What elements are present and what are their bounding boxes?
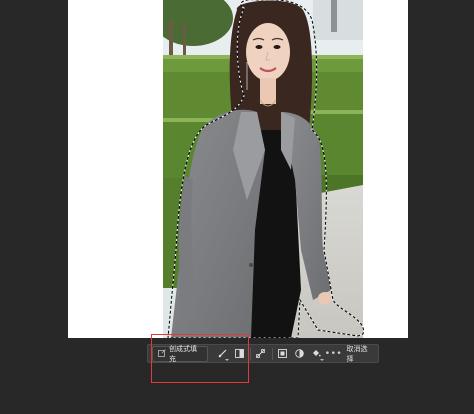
generative-fill-label: 创成式填充	[169, 344, 197, 363]
fill-button[interactable]	[308, 345, 325, 362]
mask-icon	[278, 349, 288, 358]
generative-fill-button[interactable]: 创成式填充	[152, 344, 208, 363]
adjustment-button[interactable]	[291, 345, 308, 362]
workspace: 创成式填充 ••• 取消选择	[0, 0, 474, 414]
contextual-task-bar: 创成式填充 ••• 取消选择	[147, 344, 379, 363]
portrait-photo	[163, 0, 363, 338]
toolbar-separator	[249, 347, 251, 360]
adjustment-icon	[295, 349, 305, 358]
brush-icon	[218, 349, 227, 358]
deselect-button[interactable]: 取消选择	[342, 345, 378, 363]
toolbar-separator	[271, 347, 273, 360]
more-options-button[interactable]: •••	[325, 345, 342, 362]
fill-bucket-icon	[312, 349, 322, 358]
transform-button[interactable]	[252, 345, 269, 362]
photo-layer	[163, 0, 363, 338]
generative-fill-icon	[158, 348, 166, 359]
transform-icon	[256, 349, 266, 358]
document-canvas[interactable]	[68, 0, 408, 338]
brush-button[interactable]	[214, 345, 231, 362]
invert-selection-button[interactable]	[231, 345, 248, 362]
mask-button[interactable]	[274, 345, 291, 362]
invert-selection-icon	[234, 349, 244, 358]
